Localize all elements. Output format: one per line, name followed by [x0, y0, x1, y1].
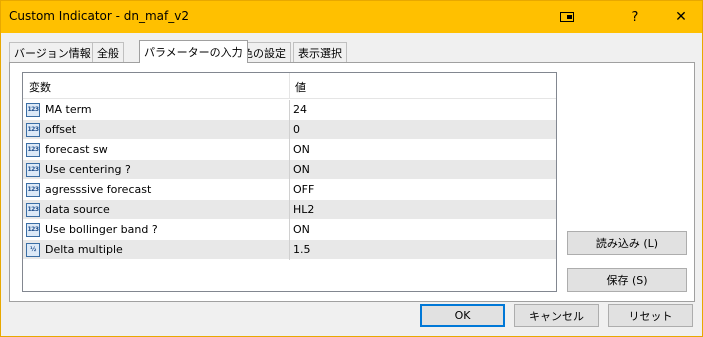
table-row[interactable]: 123 data source HL2: [23, 200, 556, 220]
table-row[interactable]: 123 MA term 24: [23, 100, 556, 120]
system-menu-icon[interactable]: [544, 1, 590, 33]
int-icon: 123: [26, 223, 40, 237]
param-value[interactable]: ON: [293, 223, 310, 236]
param-value[interactable]: ON: [293, 163, 310, 176]
custom-indicator-dialog: Custom Indicator - dn_maf_v2 ? ✕ バージョン情報…: [0, 0, 703, 337]
window-title: Custom Indicator - dn_maf_v2: [9, 9, 189, 23]
tab-general[interactable]: 全般: [92, 42, 124, 62]
tab-version-info[interactable]: バージョン情報: [9, 42, 96, 62]
int-icon: 123: [26, 183, 40, 197]
table-row[interactable]: 123 forecast sw ON: [23, 140, 556, 160]
tab-parameters[interactable]: パラメーターの入力: [139, 40, 248, 63]
double-icon: ½: [26, 243, 40, 257]
param-name: MA term: [45, 103, 92, 116]
param-name: data source: [45, 203, 110, 216]
close-button[interactable]: ✕: [658, 1, 703, 33]
table-row[interactable]: ½ Delta multiple 1.5: [23, 240, 556, 260]
parameters-grid: 変数 値 123 MA term 24 123 offset 0 123 for…: [22, 72, 557, 292]
param-name: forecast sw: [45, 143, 108, 156]
param-value[interactable]: 0: [293, 123, 300, 136]
cancel-button[interactable]: キャンセル: [514, 304, 599, 327]
tab-visualization[interactable]: 表示選択: [293, 42, 347, 62]
param-value[interactable]: 1.5: [293, 243, 311, 256]
int-icon: 123: [26, 203, 40, 217]
param-name: Use bollinger band ?: [45, 223, 158, 236]
table-row[interactable]: 123 offset 0: [23, 120, 556, 140]
param-value[interactable]: OFF: [293, 183, 314, 196]
int-icon: 123: [26, 163, 40, 177]
param-value[interactable]: HL2: [293, 203, 314, 216]
param-name: offset: [45, 123, 77, 136]
title-bar: Custom Indicator - dn_maf_v2 ? ✕: [1, 1, 702, 33]
param-name: agresssive forecast: [45, 183, 152, 196]
ok-button[interactable]: OK: [420, 304, 505, 327]
table-row[interactable]: 123 Use centering ? ON: [23, 160, 556, 180]
param-name: Use centering ?: [45, 163, 131, 176]
param-name: Delta multiple: [45, 243, 123, 256]
table-row[interactable]: 123 agresssive forecast OFF: [23, 180, 556, 200]
parameters-panel: 変数 値 123 MA term 24 123 offset 0 123 for…: [9, 62, 695, 302]
save-button[interactable]: 保存 (S): [567, 268, 687, 292]
help-button[interactable]: ?: [612, 1, 658, 33]
reset-button[interactable]: リセット: [608, 304, 693, 327]
int-icon: 123: [26, 123, 40, 137]
load-button[interactable]: 読み込み (L): [567, 231, 687, 255]
grid-header: 変数 値: [23, 73, 556, 99]
header-value[interactable]: 値: [295, 79, 306, 95]
param-value[interactable]: ON: [293, 143, 310, 156]
int-icon: 123: [26, 103, 40, 117]
table-row[interactable]: 123 Use bollinger band ? ON: [23, 220, 556, 240]
header-variable[interactable]: 変数: [29, 79, 51, 95]
int-icon: 123: [26, 143, 40, 157]
param-value[interactable]: 24: [293, 103, 307, 116]
